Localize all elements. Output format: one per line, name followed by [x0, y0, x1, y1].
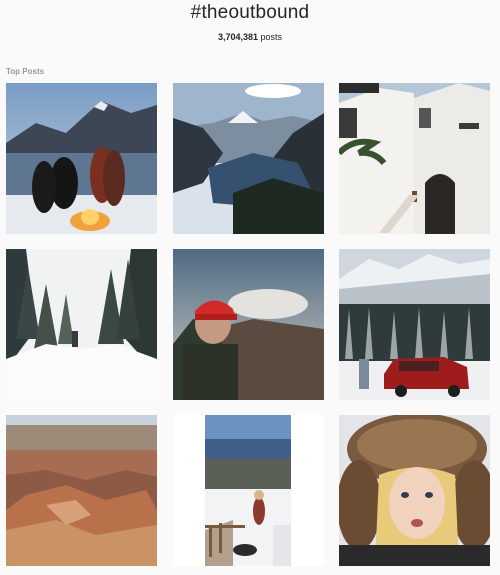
post-image-campfire [6, 83, 157, 234]
post-count-suffix: posts [258, 32, 283, 42]
post-tile-fur-hat[interactable] [339, 415, 490, 566]
post-image-snowy-forest [6, 249, 157, 400]
post-tile-red-cap[interactable] [173, 249, 324, 400]
top-posts-label: Top Posts [6, 67, 45, 76]
post-image-canyon [6, 415, 157, 566]
post-tile-lake[interactable] [173, 83, 324, 234]
post-image-deck-hiker [173, 415, 324, 566]
post-image-building [339, 83, 490, 234]
post-tile-campfire[interactable] [6, 83, 157, 234]
post-image-red-cap [173, 249, 324, 400]
post-count-number: 3,704,381 [217, 32, 259, 42]
post-count: 3,704,381 posts [0, 32, 500, 42]
post-image-red-suv [339, 249, 490, 400]
post-tile-canyon[interactable] [6, 415, 157, 566]
post-tile-building[interactable] [339, 83, 490, 234]
hashtag-title: #theoutbound [190, 2, 310, 23]
post-tile-snowy-forest[interactable] [6, 249, 157, 400]
post-image-fur-hat [339, 415, 490, 566]
post-tile-red-suv[interactable] [339, 249, 490, 400]
post-tile-deck-hiker[interactable] [173, 415, 324, 566]
post-image-lake [173, 83, 324, 234]
